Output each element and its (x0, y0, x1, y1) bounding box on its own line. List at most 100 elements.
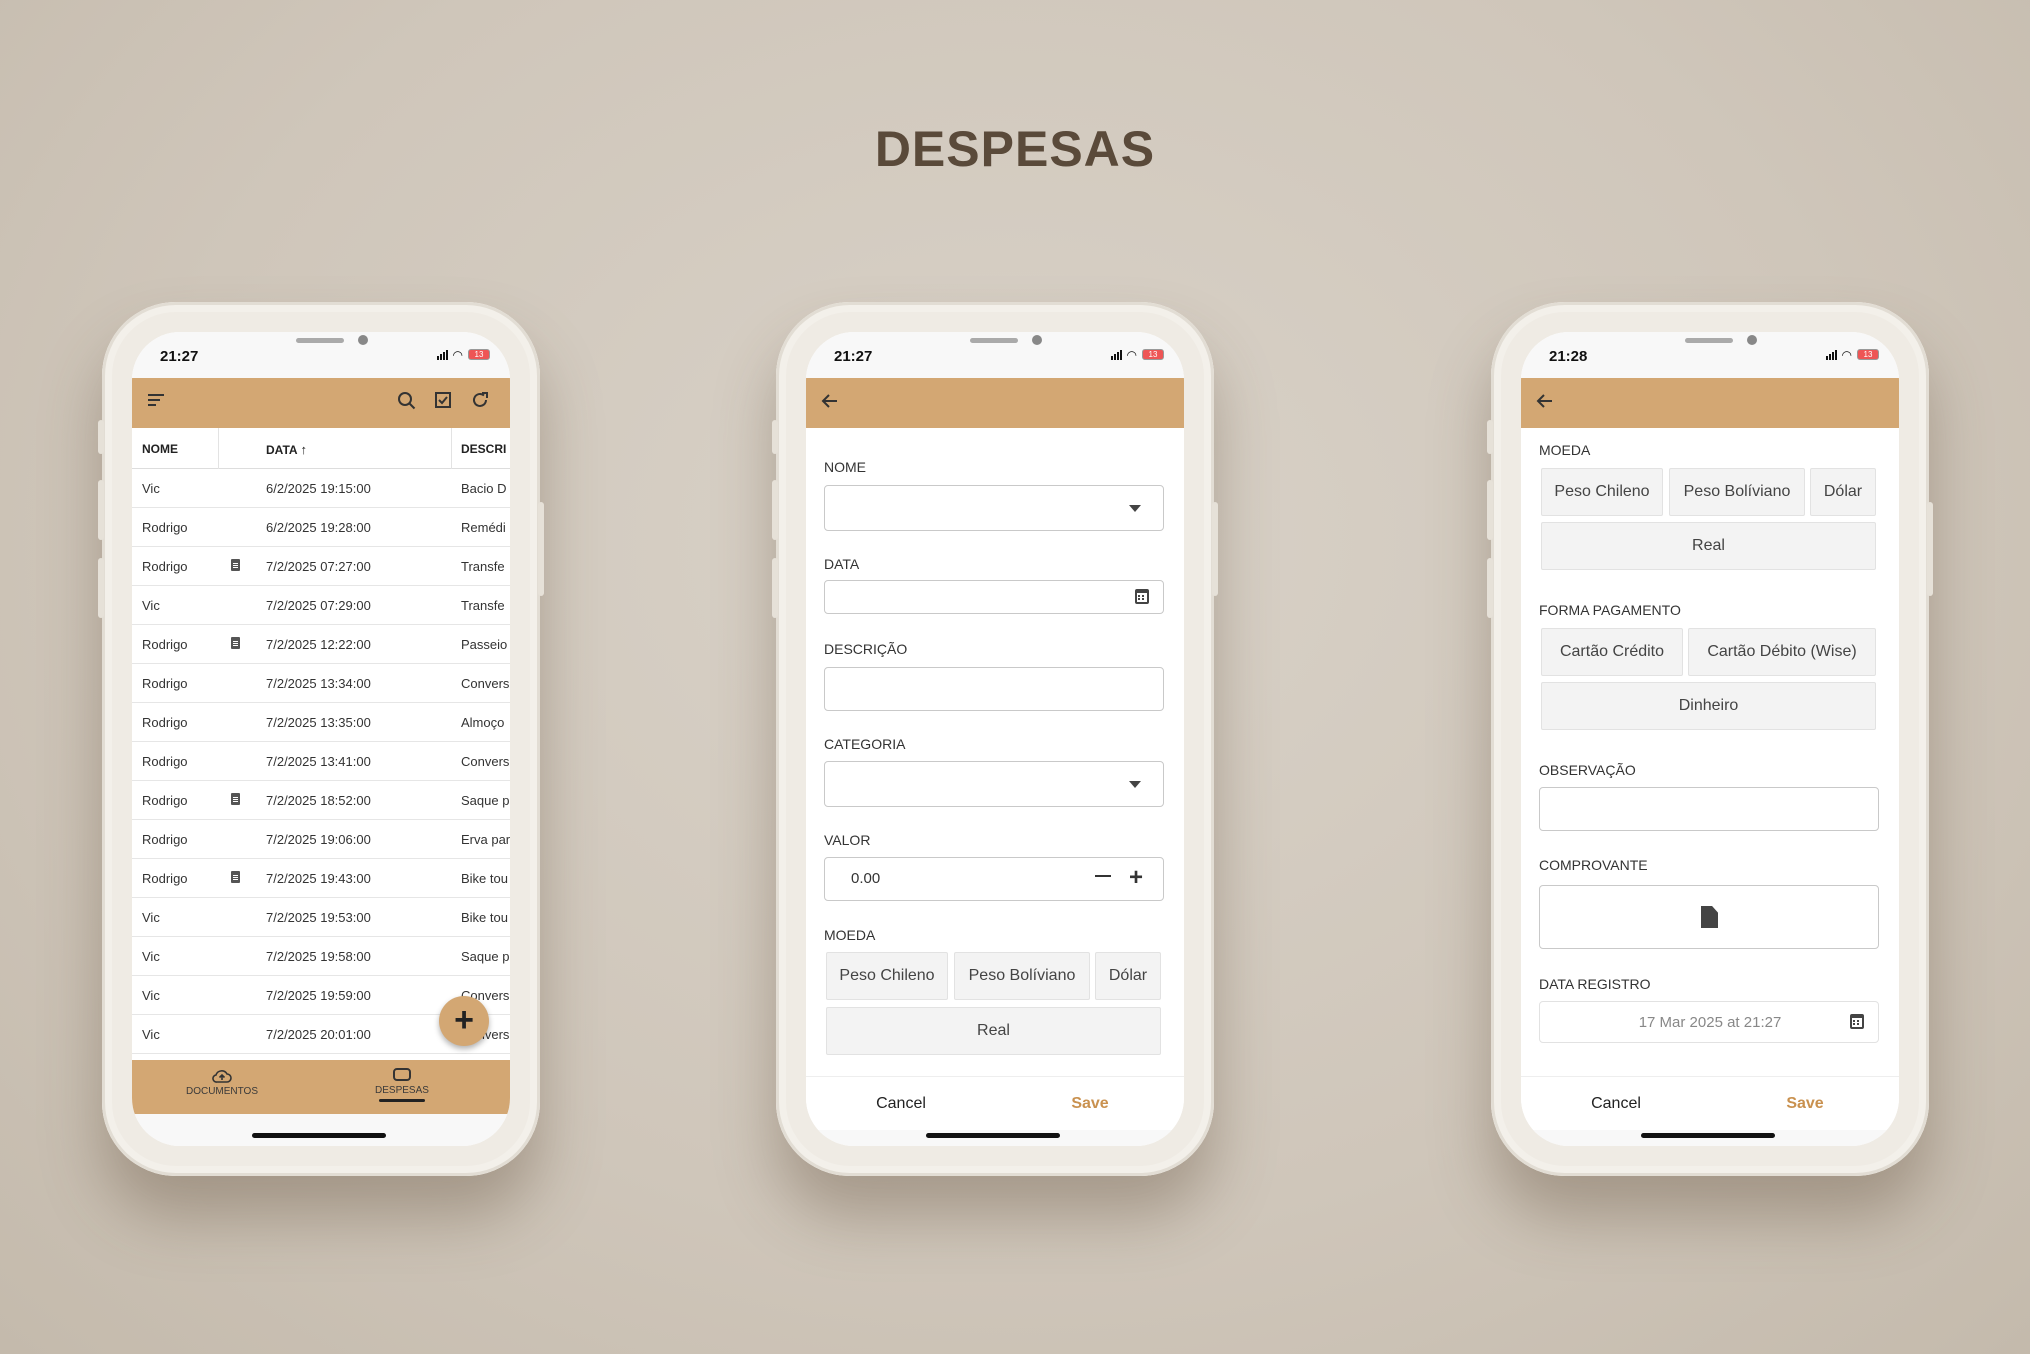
refresh-icon[interactable] (469, 389, 491, 417)
valor-value[interactable]: 0.00 (851, 870, 880, 887)
calendar-icon[interactable] (1850, 1014, 1864, 1029)
table-row[interactable]: Rodrigo 6/2/2025 19:28:00 Remédi (132, 508, 510, 547)
phone-form-scrolled: 21:28 ◠ 13 MOEDA Peso Chileno Peso Bolívi… (1487, 302, 1933, 1176)
back-arrow-icon[interactable] (820, 391, 840, 417)
signal-icon (1825, 349, 1837, 360)
status-bar: 21:27 ◠ 13 (806, 332, 1184, 378)
table-row[interactable]: Rodrigo 7/2/2025 19:06:00 Erva par (132, 820, 510, 859)
cell-nome: Rodrigo (142, 676, 188, 691)
table-row[interactable]: Vic 7/2/2025 19:53:00 Bike tou (132, 898, 510, 937)
cell-nome: Vic (142, 949, 160, 964)
add-button[interactable]: + (439, 996, 489, 1046)
cancel-button[interactable]: Cancel (806, 1095, 996, 1113)
home-indicator (252, 1133, 386, 1138)
table-row[interactable]: Rodrigo 7/2/2025 07:27:00 Transfe (132, 547, 510, 586)
form-actions: Cancel Save (1521, 1076, 1899, 1130)
back-arrow-icon[interactable] (1535, 391, 1555, 417)
minus-icon[interactable] (1095, 875, 1111, 877)
table-row[interactable]: Vic 7/2/2025 07:29:00 Transfe (132, 586, 510, 625)
screen-form-scrolled: 21:28 ◠ 13 MOEDA Peso Chileno Peso Bolívi… (1521, 332, 1899, 1146)
cell-data: 7/2/2025 13:35:00 (266, 715, 371, 730)
pagamento-option-cartao-debito[interactable]: Cartão Débito (Wise) (1688, 628, 1876, 676)
document-icon[interactable] (231, 559, 240, 571)
data-registro-input[interactable]: 17 Mar 2025 at 21:27 (1539, 1001, 1879, 1043)
table-row[interactable]: Rodrigo 7/2/2025 19:43:00 Bike tou (132, 859, 510, 898)
table-row[interactable]: Vic 6/2/2025 19:15:00 Bacio D (132, 469, 510, 508)
search-icon[interactable] (396, 390, 418, 418)
data-label: DATA (824, 556, 860, 572)
table-header: NOME DATA ↑ DESCRI (132, 428, 510, 469)
save-button[interactable]: Save (996, 1095, 1184, 1113)
cancel-button[interactable]: Cancel (1521, 1095, 1711, 1113)
battery-icon: 13 (468, 349, 490, 360)
column-nome[interactable]: NOME (142, 442, 178, 456)
save-button[interactable]: Save (1711, 1095, 1899, 1113)
plus-icon[interactable]: + (1129, 866, 1143, 890)
cell-data: 6/2/2025 19:28:00 (266, 520, 371, 535)
nome-label: NOME (824, 459, 866, 475)
cell-nome: Rodrigo (142, 520, 188, 535)
table-row[interactable]: Rodrigo 7/2/2025 12:22:00 Passeio (132, 625, 510, 664)
cell-descricao: Bike tou (461, 871, 508, 886)
document-icon[interactable] (231, 793, 240, 805)
cell-data: 7/2/2025 19:59:00 (266, 988, 371, 1003)
categoria-select[interactable] (824, 761, 1164, 807)
cell-data: 7/2/2025 13:34:00 (266, 676, 371, 691)
moeda-option-peso-boliviano[interactable]: Peso Bolíviano (954, 952, 1090, 1000)
nome-select[interactable] (824, 485, 1164, 531)
menu-icon[interactable] (146, 390, 166, 416)
column-descricao[interactable]: DESCRI (461, 442, 510, 456)
cell-data: 7/2/2025 07:29:00 (266, 598, 371, 613)
cell-descricao: Remédi (461, 520, 506, 535)
descricao-input[interactable] (824, 667, 1164, 711)
home-indicator (1641, 1133, 1775, 1138)
cell-descricao: Convers (461, 754, 510, 769)
wallet-icon (393, 1068, 411, 1081)
pagamento-option-cartao-credito[interactable]: Cartão Crédito (1541, 628, 1683, 676)
valor-label: VALOR (824, 832, 871, 848)
table-row[interactable]: Vic 7/2/2025 19:58:00 Saque p (132, 937, 510, 976)
cell-descricao: Transfe (461, 559, 505, 574)
data-input[interactable] (824, 580, 1164, 614)
table-row[interactable]: Rodrigo 7/2/2025 13:41:00 Convers (132, 742, 510, 781)
moeda-option-real[interactable]: Real (826, 1007, 1161, 1055)
checkbox-icon[interactable] (433, 390, 453, 416)
valor-stepper[interactable]: 0.00 + (824, 857, 1164, 901)
cell-descricao: Convers (461, 676, 510, 691)
cell-nome: Vic (142, 481, 160, 496)
cell-nome: Rodrigo (142, 754, 188, 769)
moeda-option-peso-chileno[interactable]: Peso Chileno (826, 952, 948, 1000)
moeda-option-real[interactable]: Real (1541, 522, 1876, 570)
screen-form: 21:27 ◠ 13 NOME DATA DESCRIÇÃO CATEGORIA … (806, 332, 1184, 1146)
pdf-file-icon (1701, 906, 1718, 928)
pagamento-option-dinheiro[interactable]: Dinheiro (1541, 682, 1876, 730)
document-icon[interactable] (231, 871, 240, 883)
form-actions: Cancel Save (806, 1076, 1184, 1130)
status-time: 21:27 (834, 348, 873, 365)
phone-form: 21:27 ◠ 13 NOME DATA DESCRIÇÃO CATEGORIA … (772, 302, 1218, 1176)
comprovante-label: COMPROVANTE (1539, 857, 1648, 873)
table-row[interactable]: Rodrigo 7/2/2025 13:34:00 Convers (132, 664, 510, 703)
nav-documentos[interactable]: DOCUMENTOS (152, 1068, 292, 1097)
moeda-option-peso-chileno[interactable]: Peso Chileno (1541, 468, 1663, 516)
moeda-option-peso-boliviano[interactable]: Peso Bolíviano (1669, 468, 1805, 516)
comprovante-upload[interactable] (1539, 885, 1879, 949)
data-registro-value: 17 Mar 2025 at 21:27 (1638, 1014, 1782, 1031)
data-registro-label: DATA REGISTRO (1539, 976, 1651, 992)
cell-nome: Rodrigo (142, 559, 188, 574)
table-row[interactable]: Rodrigo 7/2/2025 18:52:00 Saque p (132, 781, 510, 820)
moeda-option-dolar[interactable]: Dólar (1095, 952, 1161, 1000)
observacao-input[interactable] (1539, 787, 1879, 831)
column-data[interactable]: DATA ↑ (266, 442, 307, 457)
table-row[interactable]: Rodrigo 7/2/2025 13:35:00 Almoço (132, 703, 510, 742)
cell-descricao: Transfe (461, 598, 505, 613)
cell-data: 7/2/2025 19:43:00 (266, 871, 371, 886)
status-time: 21:28 (1549, 348, 1588, 365)
calendar-icon[interactable] (1135, 589, 1149, 604)
moeda-option-dolar[interactable]: Dólar (1810, 468, 1876, 516)
cell-data: 7/2/2025 20:01:00 (266, 1027, 371, 1042)
nav-despesas[interactable]: DESPESAS (332, 1068, 472, 1102)
document-icon[interactable] (231, 637, 240, 649)
cell-data: 6/2/2025 19:15:00 (266, 481, 371, 496)
cell-data: 7/2/2025 19:53:00 (266, 910, 371, 925)
